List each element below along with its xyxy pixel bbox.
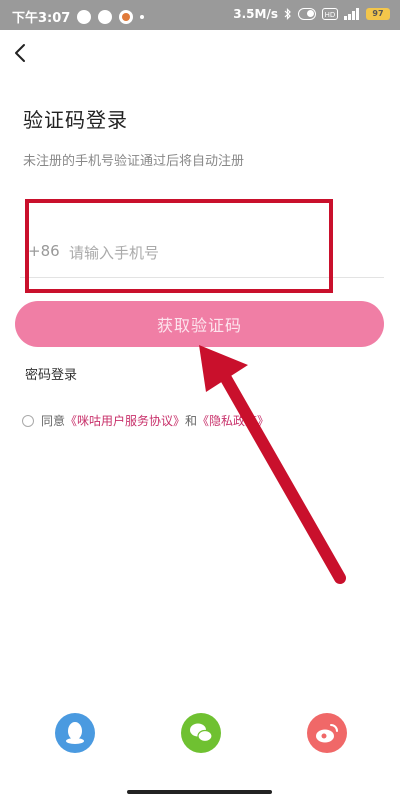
phone-input-underline (20, 277, 384, 278)
app-notification-icon (119, 9, 134, 24)
weibo-icon (316, 724, 338, 743)
page-subtitle: 未注册的手机号验证通过后将自动注册 (23, 154, 245, 169)
status-bar-left: 下午3:07 (12, 7, 145, 26)
password-login-link[interactable]: 密码登录 (25, 364, 77, 383)
app-notification-icon (98, 9, 113, 24)
qq-login-button[interactable] (55, 713, 95, 753)
agreement-conjunction: 和 (185, 414, 198, 428)
agreement-prefix: 同意 (41, 414, 66, 428)
get-code-button[interactable]: 获取验证码 (15, 301, 384, 347)
chevron-left-icon (15, 44, 25, 62)
weibo-login-button[interactable] (307, 713, 347, 753)
toggle-status-icon (298, 8, 316, 20)
country-code[interactable]: +86 (28, 242, 60, 260)
status-time: 下午3:07 (12, 11, 71, 26)
qq-icon (66, 722, 84, 744)
service-agreement-link[interactable]: 《咪咕用户服务协议》 (65, 412, 185, 429)
agreement-checkbox[interactable] (22, 414, 34, 427)
more-notifications-dot (140, 14, 145, 19)
agreement-row: 同意 《咪咕用户服务协议》 和 《隐私政策》 (22, 412, 269, 429)
wechat-icon (190, 723, 213, 743)
page-title: 验证码登录 (23, 108, 128, 132)
status-bar: 下午3:07 3.5M/s HD 97 (0, 0, 400, 30)
status-bar-right: 3.5M/s HD 97 (233, 7, 390, 21)
cloud-icon (77, 9, 92, 24)
back-button[interactable] (10, 40, 34, 66)
privacy-policy-link[interactable]: 《隐私政策》 (197, 412, 269, 429)
phone-input-row: +86 (20, 232, 382, 272)
battery-icon: 97 (366, 8, 390, 20)
home-indicator[interactable] (127, 790, 272, 794)
network-speed: 3.5M/s (233, 7, 278, 21)
signal-icon (344, 8, 360, 20)
wechat-login-button[interactable] (181, 713, 221, 753)
bluetooth-icon (284, 8, 292, 20)
phone-input[interactable] (67, 238, 371, 268)
hd-icon: HD (322, 8, 338, 20)
